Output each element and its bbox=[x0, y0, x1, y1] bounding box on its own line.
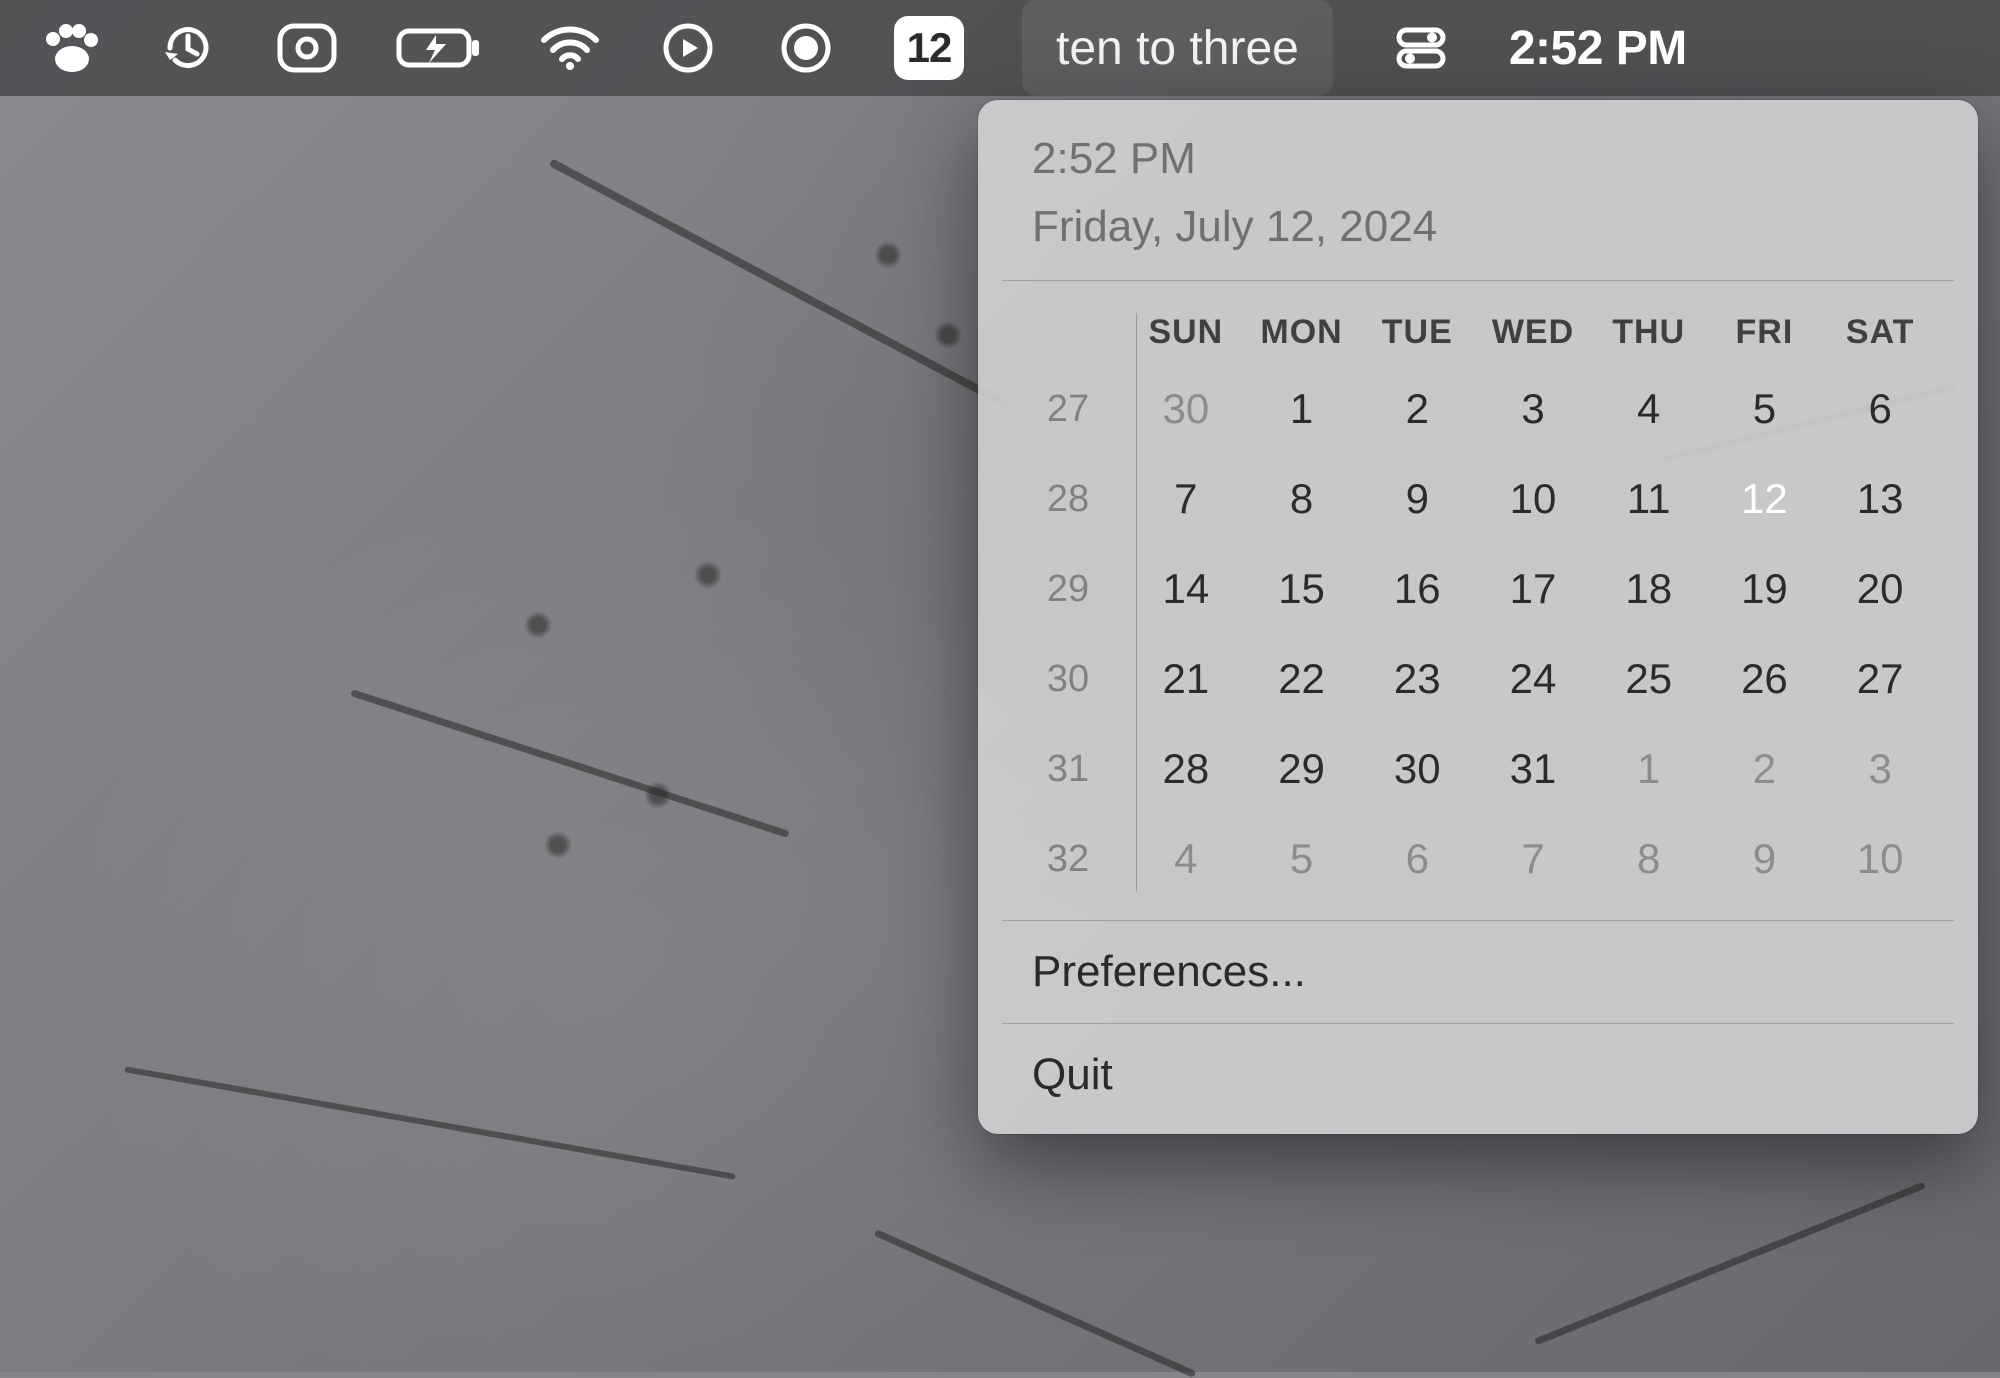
calendar-day[interactable]: 27 bbox=[1822, 646, 1938, 712]
calendar-day[interactable]: 18 bbox=[1591, 556, 1707, 622]
calendar-day[interactable]: 7 bbox=[1128, 466, 1244, 532]
calendar-week-number: 28 bbox=[1018, 478, 1128, 521]
calendar-day[interactable]: 26 bbox=[1707, 646, 1823, 712]
history-icon[interactable] bbox=[158, 0, 218, 96]
calendar-day[interactable]: 14 bbox=[1128, 556, 1244, 622]
calendar-day[interactable]: 17 bbox=[1475, 556, 1591, 622]
menubar-date-chip[interactable]: 12 bbox=[894, 0, 964, 96]
calendar-day-today[interactable]: 12 bbox=[1707, 466, 1823, 532]
calendar-weekday-thu: THU bbox=[1591, 313, 1707, 352]
calendar-day[interactable]: 30 bbox=[1359, 736, 1475, 802]
calendar-week-number: 31 bbox=[1018, 748, 1128, 791]
calendar-weekday-mon: MON bbox=[1244, 313, 1360, 352]
quit-menu-item[interactable]: Quit bbox=[978, 1024, 1978, 1134]
calendar-day[interactable]: 11 bbox=[1591, 466, 1707, 532]
calendar-day[interactable]: 28 bbox=[1128, 736, 1244, 802]
screenshot-icon[interactable] bbox=[276, 0, 338, 96]
calendar: SUNMONTUEWEDTHUFRISAT2730123456287891011… bbox=[978, 281, 1978, 920]
calendar-day[interactable]: 1 bbox=[1244, 376, 1360, 442]
calendar-day[interactable]: 23 bbox=[1359, 646, 1475, 712]
calendar-day[interactable]: 4 bbox=[1128, 826, 1244, 892]
panel-header: 2:52 PM Friday, July 12, 2024 bbox=[978, 134, 1978, 280]
calendar-day[interactable]: 19 bbox=[1707, 556, 1823, 622]
calendar-panel: 2:52 PM Friday, July 12, 2024 SUNMONTUEW… bbox=[978, 100, 1978, 1134]
panel-date: Friday, July 12, 2024 bbox=[1032, 202, 1924, 252]
calendar-day[interactable]: 4 bbox=[1591, 376, 1707, 442]
calendar-day[interactable]: 30 bbox=[1128, 376, 1244, 442]
calendar-weekday-sun: SUN bbox=[1128, 313, 1244, 352]
menubar-date-chip-label: 12 bbox=[894, 16, 964, 80]
calendar-day[interactable]: 21 bbox=[1128, 646, 1244, 712]
calendar-day[interactable]: 8 bbox=[1244, 466, 1360, 532]
menubar-fuzzy-time[interactable]: ten to three bbox=[1022, 0, 1333, 96]
calendar-week-number: 32 bbox=[1018, 838, 1128, 881]
wallpaper-leaf bbox=[540, 830, 576, 860]
calendar-day[interactable]: 3 bbox=[1822, 736, 1938, 802]
calendar-day[interactable]: 13 bbox=[1822, 466, 1938, 532]
calendar-day[interactable]: 31 bbox=[1475, 736, 1591, 802]
record-icon[interactable] bbox=[776, 0, 836, 96]
control-center-icon[interactable] bbox=[1391, 0, 1451, 96]
calendar-day[interactable]: 29 bbox=[1244, 736, 1360, 802]
menubar: 12 ten to three 2:52 PM bbox=[0, 0, 2000, 96]
calendar-weekday-tue: TUE bbox=[1359, 313, 1475, 352]
wallpaper-leaf bbox=[930, 320, 966, 350]
calendar-day[interactable]: 9 bbox=[1359, 466, 1475, 532]
calendar-day[interactable]: 1 bbox=[1591, 736, 1707, 802]
menubar-fuzzy-time-label: ten to three bbox=[1056, 21, 1299, 76]
calendar-day[interactable]: 5 bbox=[1707, 376, 1823, 442]
calendar-day[interactable]: 2 bbox=[1707, 736, 1823, 802]
calendar-day[interactable]: 10 bbox=[1822, 826, 1938, 892]
calendar-week-number: 29 bbox=[1018, 568, 1128, 611]
menubar-clock[interactable]: 2:52 PM bbox=[1509, 0, 1687, 96]
calendar-day[interactable]: 15 bbox=[1244, 556, 1360, 622]
wallpaper-leaf bbox=[690, 560, 726, 590]
calendar-day[interactable]: 22 bbox=[1244, 646, 1360, 712]
calendar-week-number: 30 bbox=[1018, 658, 1128, 701]
panel-time: 2:52 PM bbox=[1032, 134, 1924, 184]
calendar-day[interactable]: 8 bbox=[1591, 826, 1707, 892]
quit-label: Quit bbox=[1032, 1050, 1113, 1099]
calendar-day[interactable]: 7 bbox=[1475, 826, 1591, 892]
wifi-icon[interactable] bbox=[540, 0, 600, 96]
calendar-day[interactable]: 9 bbox=[1707, 826, 1823, 892]
battery-icon[interactable] bbox=[396, 0, 482, 96]
calendar-day[interactable]: 16 bbox=[1359, 556, 1475, 622]
calendar-weekday-wed: WED bbox=[1475, 313, 1591, 352]
calendar-day[interactable]: 24 bbox=[1475, 646, 1591, 712]
calendar-day[interactable]: 20 bbox=[1822, 556, 1938, 622]
calendar-day[interactable]: 6 bbox=[1359, 826, 1475, 892]
paw-icon[interactable] bbox=[40, 0, 100, 96]
wallpaper-leaf bbox=[640, 780, 676, 810]
calendar-day[interactable]: 10 bbox=[1475, 466, 1591, 532]
play-circle-icon[interactable] bbox=[658, 0, 718, 96]
calendar-week-number: 27 bbox=[1018, 388, 1128, 431]
wallpaper-leaf bbox=[520, 610, 556, 640]
menubar-clock-label: 2:52 PM bbox=[1509, 21, 1687, 76]
preferences-label: Preferences... bbox=[1032, 947, 1306, 996]
calendar-weekday-sat: SAT bbox=[1822, 313, 1938, 352]
calendar-day[interactable]: 25 bbox=[1591, 646, 1707, 712]
calendar-day[interactable]: 6 bbox=[1822, 376, 1938, 442]
preferences-menu-item[interactable]: Preferences... bbox=[978, 921, 1978, 1023]
calendar-day[interactable]: 5 bbox=[1244, 826, 1360, 892]
wallpaper-leaf bbox=[870, 240, 906, 270]
calendar-day[interactable]: 2 bbox=[1359, 376, 1475, 442]
calendar-weekday-fri: FRI bbox=[1707, 313, 1823, 352]
calendar-day[interactable]: 3 bbox=[1475, 376, 1591, 442]
